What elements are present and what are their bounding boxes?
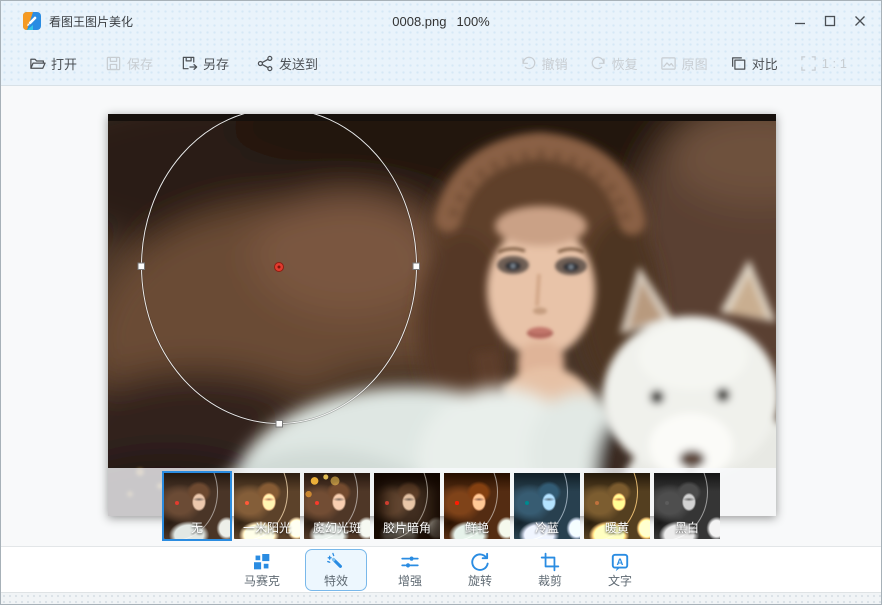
tool-label: 裁剪 [538,575,562,587]
tool-effects[interactable]: 特效 [305,549,367,591]
open-button[interactable]: 打开 [29,54,77,73]
window-footer [1,593,881,604]
send-to-label: 发送到 [279,54,318,73]
undo-button[interactable]: 撤销 [520,54,568,73]
rotate-icon [470,552,490,572]
zoom-level: 100% [456,14,489,29]
maximize-icon [824,15,836,27]
toolbar-left-group: 打开 保存 另存 [29,54,318,73]
window-controls [785,1,875,41]
save-as-button[interactable]: 另存 [181,54,229,73]
filter-preview [164,473,230,539]
original-image-icon [660,55,677,72]
open-label: 打开 [51,54,77,73]
text-bubble-icon: A [610,552,630,572]
redo-icon [590,55,607,72]
close-icon [854,15,866,27]
tool-label: 增强 [398,575,422,587]
filter-preview [444,473,510,539]
editor-canvas: 无 一米阳光 魔幻光斑 胶片暗角 鲜艳 冷蓝 [1,86,881,546]
crop-icon [540,552,560,572]
app-logo-icon [23,12,41,30]
save-icon [105,55,122,72]
tool-enhance[interactable]: 增强 [383,549,437,591]
compare-label: 对比 [752,54,778,73]
maximize-button[interactable] [815,1,845,41]
filter-thumb-warm-yellow[interactable]: 暖黄 [584,473,650,539]
filename: 0008.png [392,14,446,29]
app-window: 看图王图片美化 0008.png 100% 打开 [0,0,882,605]
selection-center-marker[interactable] [275,263,284,272]
titlebar: 看图王图片美化 0008.png 100% [1,1,881,41]
filter-preview [234,473,300,539]
filter-thumb-none[interactable]: 无 [164,473,230,539]
undo-icon [520,55,537,72]
tool-text[interactable]: A 文字 [593,549,647,591]
tool-label: 旋转 [468,575,492,587]
filter-preview [374,473,440,539]
tool-crop[interactable]: 裁剪 [523,549,577,591]
compare-icon [730,55,747,72]
mosaic-icon [252,552,272,572]
filter-thumb-vivid[interactable]: 鲜艳 [444,473,510,539]
save-as-label: 另存 [203,54,229,73]
tool-label: 文字 [608,575,632,587]
app-title: 看图王图片美化 [49,13,133,30]
undo-label: 撤销 [542,54,568,73]
filter-preview [514,473,580,539]
tool-label: 马赛克 [244,575,280,587]
send-to-button[interactable]: 发送到 [257,54,318,73]
toolbar: 打开 保存 另存 [1,41,881,86]
close-button[interactable] [845,1,875,41]
sliders-icon [400,552,420,572]
original-image-label: 原图 [682,54,708,73]
magic-wand-icon [326,552,346,572]
filter-strip: 无 一米阳光 魔幻光斑 胶片暗角 鲜艳 冷蓝 [164,473,720,539]
minimize-button[interactable] [785,1,815,41]
toolbar-right-group: 撤销 恢复 原图 [520,54,847,73]
minimize-icon [794,15,806,27]
filter-preview [584,473,650,539]
save-button[interactable]: 保存 [105,54,153,73]
save-label: 保存 [127,54,153,73]
filter-thumb-film-vignette[interactable]: 胶片暗角 [374,473,440,539]
titlebar-left: 看图王图片美化 [23,12,133,30]
filter-thumb-magic-bokeh[interactable]: 魔幻光斑 [304,473,370,539]
ellipse-selection[interactable] [108,114,776,516]
one-to-one-icon [800,55,817,72]
selection-handles[interactable] [138,263,420,427]
filter-thumb-cool-blue[interactable]: 冷蓝 [514,473,580,539]
filter-thumb-black-white[interactable]: 黑白 [654,473,720,539]
compare-button[interactable]: 对比 [730,54,778,73]
tool-label: 特效 [324,575,348,587]
svg-text:A: A [617,557,624,568]
tool-nav: 马赛克 特效 增强 [1,546,881,593]
one-to-one-label: 1 : 1 [822,56,847,71]
bokeh-overlay [304,473,370,539]
tool-rotate[interactable]: 旋转 [453,549,507,591]
filter-thumb-sunshine[interactable]: 一米阳光 [234,473,300,539]
save-as-icon [181,55,198,72]
one-to-one-button[interactable]: 1 : 1 [800,54,847,73]
tool-mosaic[interactable]: 马赛克 [235,549,289,591]
open-folder-icon [29,55,46,72]
redo-button[interactable]: 恢复 [590,54,638,73]
photo-canvas[interactable] [108,114,776,516]
share-icon [257,55,274,72]
redo-label: 恢复 [612,54,638,73]
original-image-button[interactable]: 原图 [660,54,708,73]
filter-preview [654,473,720,539]
